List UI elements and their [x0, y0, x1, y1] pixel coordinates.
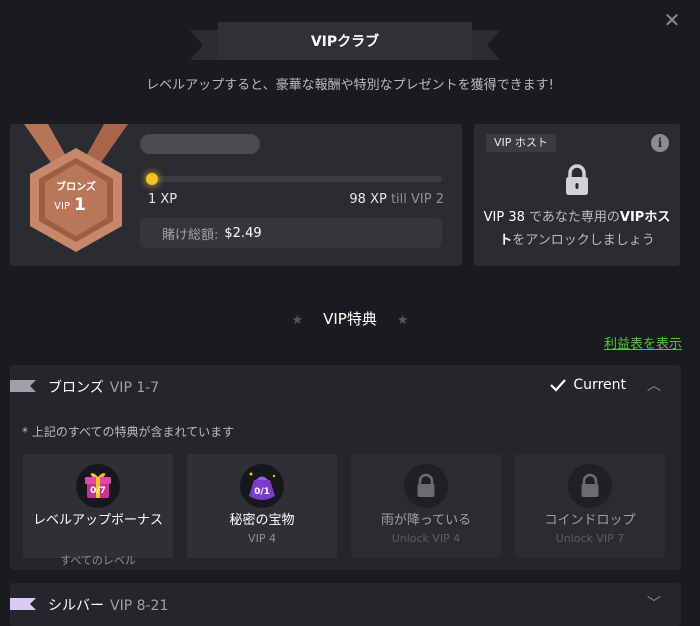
medal-tier-label: ブロンズ	[56, 180, 96, 193]
xp-current: 1 XP	[148, 192, 178, 207]
xp-progress-bar	[150, 176, 442, 182]
xp-target-wrap: 98 XP till VIP 2	[349, 192, 444, 207]
xp-target-suffix: till VIP 2	[390, 192, 444, 207]
lock-icon	[568, 464, 612, 508]
xp-target: 98 XP	[349, 192, 387, 207]
xp-progress-marker	[146, 173, 158, 185]
title-ribbon: VIPクラブ	[190, 22, 500, 62]
bronze-medal-icon: ブロンズ VIP 1	[24, 124, 128, 252]
page-subtitle: レベルアップすると、豪華な報酬や特別なプレゼントを獲得できます!	[146, 78, 554, 93]
tier-name: シルバー	[48, 598, 104, 614]
lock-icon	[404, 464, 448, 508]
level-card: ブロンズ VIP 1 1 XP 98 XP till VIP 2 賭け総額: $…	[10, 124, 462, 266]
tier-panel-bronze: ブロンズ VIP 1-7 Current ︿ * 上記のすべての特典が含まれていま…	[10, 365, 681, 570]
total-wager-box: 賭け総額: $2.49	[140, 218, 442, 248]
current-label: Current	[573, 377, 626, 393]
info-icon[interactable]: i	[651, 134, 669, 152]
perks-heading: ★ VIP特典 ★	[0, 308, 700, 329]
checkmark-icon	[550, 379, 567, 392]
vip-host-description: VIP 38 であなた専用のVIPホストをアンロックしましょう	[482, 206, 672, 252]
host-text-middle: であなた専用の	[524, 210, 620, 225]
perk-title: レベルアップボーナス	[32, 513, 163, 528]
total-wager-value: $2.49	[224, 225, 262, 241]
lock-icon	[566, 164, 588, 195]
perk-card-rain[interactable]: 雨が降っている Unlock VIP 4	[351, 454, 501, 558]
tier-range: VIP 8-21	[110, 598, 169, 614]
username-placeholder	[140, 134, 260, 154]
host-text-vip-level: VIP 38	[483, 210, 525, 225]
host-text-end: をアンロックしましょう	[512, 233, 655, 248]
perk-progress-badge: 0/1	[254, 487, 270, 497]
current-tier-indicator: Current	[549, 377, 626, 393]
close-icon: ✕	[663, 8, 681, 32]
chevron-down-icon[interactable]: ﹀	[645, 593, 663, 612]
view-benefits-table-link[interactable]: 利益表を表示	[604, 333, 682, 352]
host-text-highlight: VIPホス	[619, 210, 671, 225]
tier-note: * 上記のすべての特典が含まれています	[22, 425, 235, 439]
close-button[interactable]: ✕	[662, 10, 682, 30]
gift-box-icon: 0/7	[76, 464, 120, 508]
tier-name: ブロンズ	[48, 380, 104, 396]
perk-card-secret-treasure[interactable]: 0/1 秘密の宝物 VIP 4	[187, 454, 337, 558]
perk-progress-badge: 0/7	[90, 486, 106, 496]
vip-host-card: VIP ホスト i VIP 38 であなた専用のVIPホストをアンロックしましょ…	[474, 124, 680, 266]
perk-title: 雨が降っている	[380, 513, 472, 528]
star-icon: ★	[396, 313, 409, 328]
tier-range: VIP 1-7	[109, 380, 160, 396]
perk-title: 秘密の宝物	[229, 513, 295, 528]
perk-subtitle: Unlock VIP 7	[555, 532, 625, 545]
total-wager-label: 賭け総額:	[162, 227, 219, 243]
tier-header-silver[interactable]: シルバー VIP 8-21	[48, 595, 168, 615]
perk-card-level-up-bonus[interactable]: 0/7 レベルアップボーナス すべてのレベル	[23, 454, 173, 567]
host-text-highlight-end: ト	[499, 233, 513, 248]
perk-subtitle: VIP 4	[248, 532, 276, 545]
perk-subtitle: Unlock VIP 4	[391, 532, 461, 545]
star-icon: ★	[291, 313, 304, 328]
medal-vip-level: 1	[74, 195, 86, 215]
tier-header-bronze[interactable]: ブロンズ VIP 1-7	[48, 377, 159, 397]
vip-host-badge: VIP ホスト	[486, 134, 556, 152]
perk-title: コインドロップ	[544, 513, 636, 528]
silver-flag-icon	[10, 598, 36, 610]
page-title: VIPクラブ	[218, 22, 472, 60]
tier-panel-silver[interactable]: シルバー VIP 8-21 ﹀	[10, 583, 681, 626]
perk-subtitle: すべてのレベル	[60, 554, 136, 567]
medal-vip-prefix: VIP	[54, 201, 70, 212]
chevron-up-icon[interactable]: ︿	[645, 375, 663, 394]
perk-card-coin-drop[interactable]: コインドロップ Unlock VIP 7	[515, 454, 665, 558]
ribbon-right-tail	[468, 30, 500, 60]
treasure-bag-icon: 0/1	[240, 464, 284, 508]
perks-heading-label: VIP特典	[323, 310, 377, 328]
bronze-flag-icon	[10, 380, 36, 392]
